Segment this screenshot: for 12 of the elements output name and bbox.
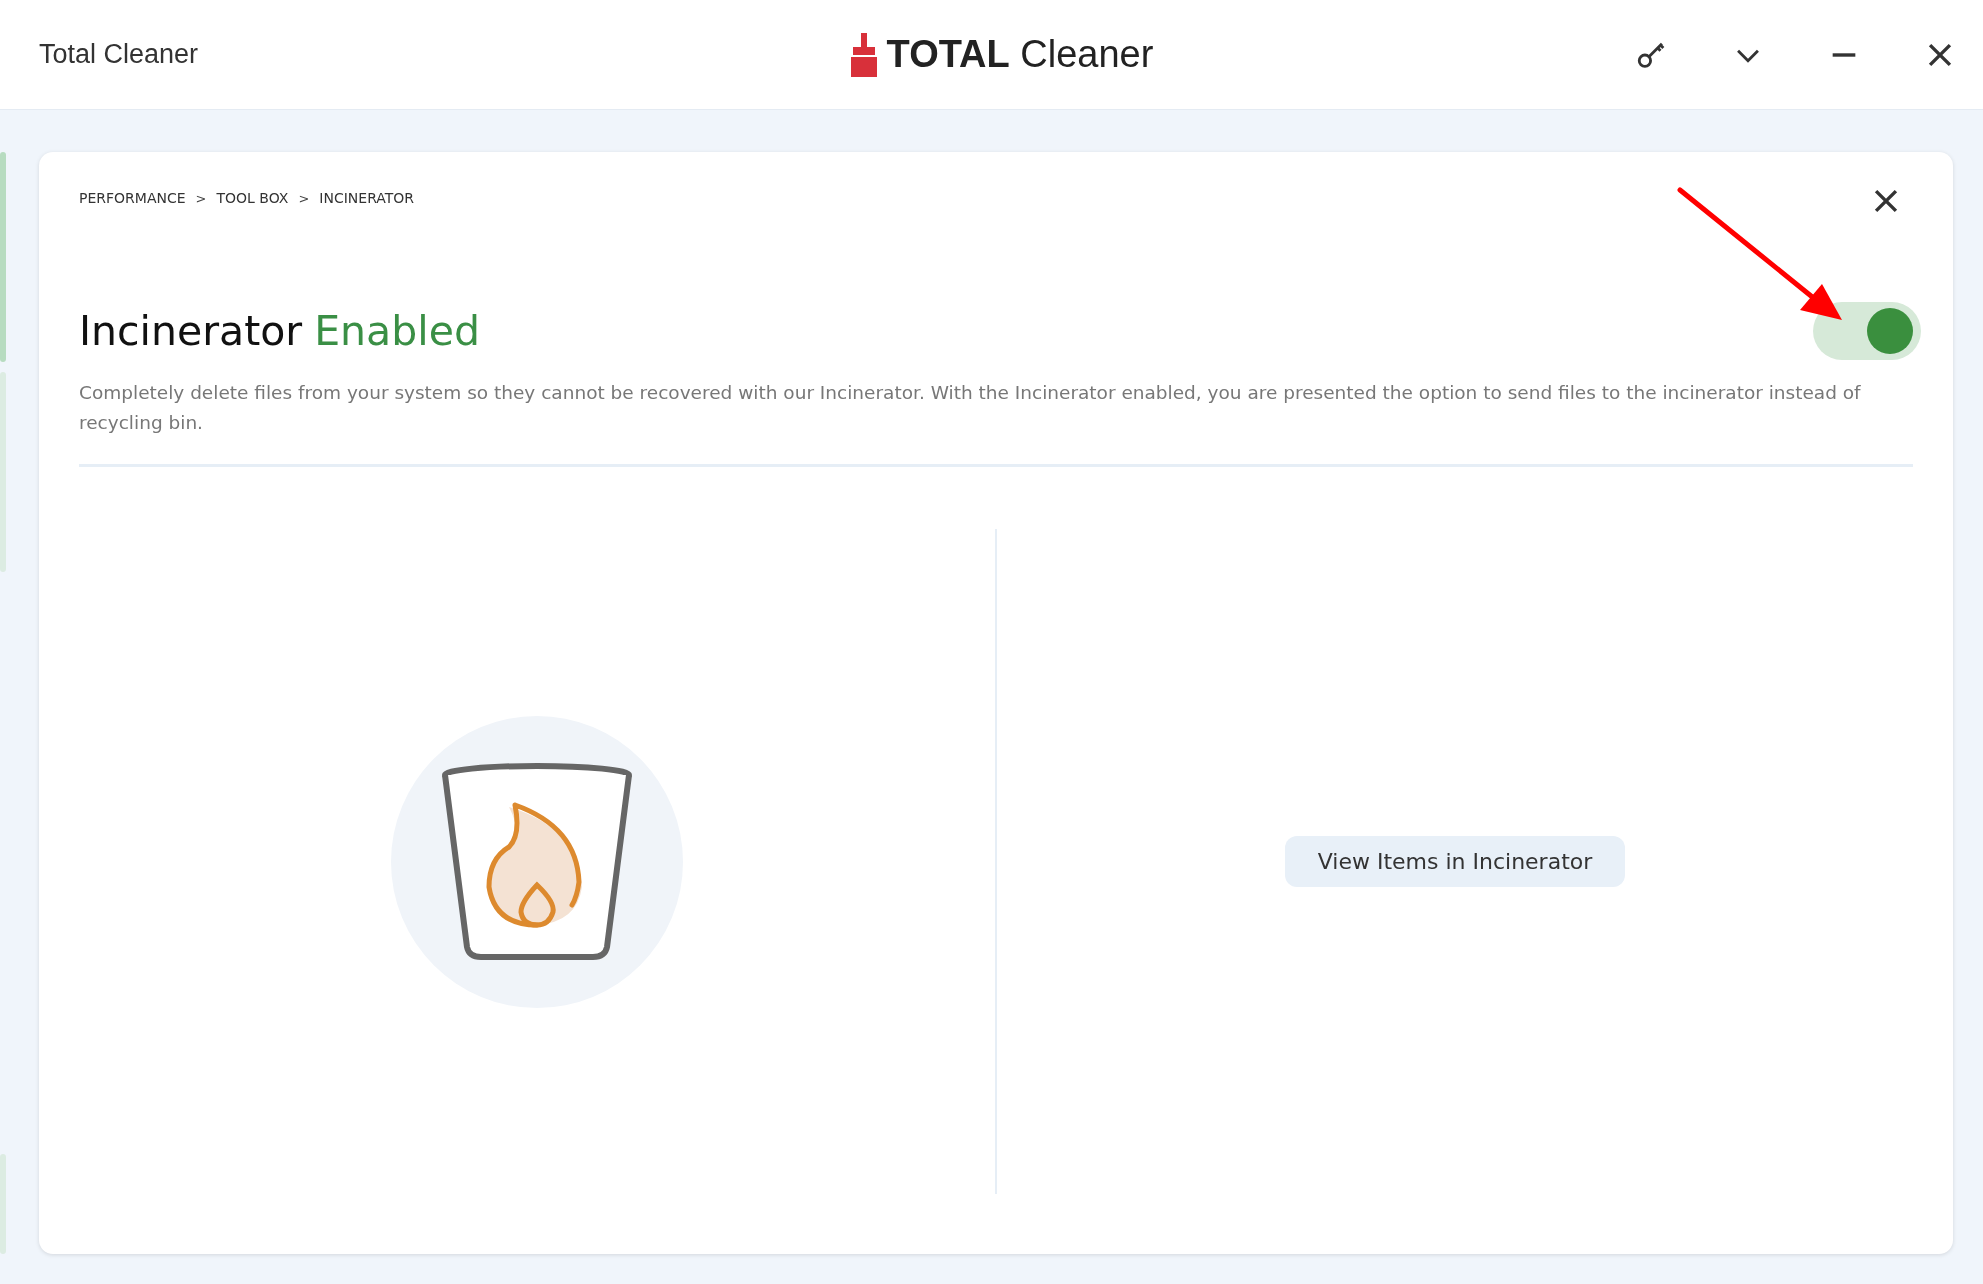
description-text: Completely delete files from your system so they cannot be recovered with our Incinerator. With the Incinerator enabled, you are presented the option to send files to the incinerator instead of recycling bin.	[79, 381, 1862, 435]
view-items-button[interactable]: View Items in Incinerator	[1284, 836, 1626, 887]
breadcrumb-separator: >	[298, 190, 310, 206]
breadcrumb-link[interactable]: PERFORMANCE	[79, 190, 186, 206]
logo-text: TOTAL Cleaner	[886, 33, 1154, 76]
toggle-switch[interactable]	[1813, 302, 1921, 360]
breadcrumb-link[interactable]: TOOL BOX	[216, 190, 289, 206]
page-heading: Incinerator Enabled	[79, 307, 480, 355]
brush-logo-icon	[848, 32, 879, 77]
breadcrumb-link[interactable]: INCINERATOR	[319, 190, 415, 206]
breadcrumb-separator: >	[195, 190, 207, 206]
window-title: Total Cleaner	[39, 39, 199, 70]
